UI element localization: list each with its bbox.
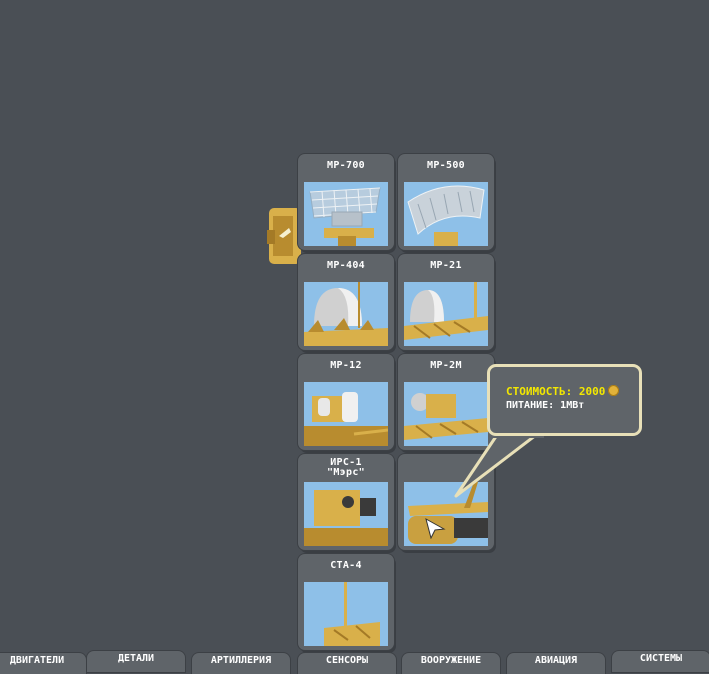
radar-dish-thumbnail	[404, 182, 488, 246]
item-title: МР-700	[327, 160, 365, 171]
item-title: МР-500	[427, 160, 465, 171]
power-label: ПИТАНИЕ: 1МВт	[506, 400, 585, 411]
item-card-mp500[interactable]: МР-500	[398, 154, 494, 250]
partial-item-thumbnail	[267, 208, 301, 264]
cost-label: СТОИМОСТЬ: 2000	[506, 385, 606, 398]
radar-antenna-thumbnail	[304, 182, 388, 246]
item-title: МР-21	[430, 260, 462, 271]
item-title: СТА-4	[330, 560, 362, 571]
item-tooltip: СТОИМОСТЬ: 2000 ПИТАНИЕ: 1МВт	[487, 364, 642, 436]
tooltip-pointer	[454, 430, 544, 498]
item-card-cta4[interactable]: СТА-4	[298, 554, 394, 650]
radome-thumbnail	[304, 282, 388, 346]
mouse-cursor-icon	[425, 517, 446, 539]
item-title: МР-2М	[430, 360, 462, 371]
item-card-mp404[interactable]: МР-404	[298, 254, 394, 350]
cost-row: СТОИМОСТЬ: 2000	[506, 385, 620, 398]
tab-engines[interactable]: ДВИГАТЕЛИ	[0, 653, 86, 674]
item-card-irs1[interactable]: ИРС-1 "Мэрс"	[298, 454, 394, 550]
item-title: МР-12	[330, 360, 362, 371]
targeting-system-thumbnail	[304, 482, 388, 546]
item-card-mp700[interactable]: МР-700	[298, 154, 394, 250]
tab-sensors[interactable]: СЕНСОРЫ	[298, 653, 396, 674]
tab-aviation[interactable]: АВИАЦИЯ	[507, 653, 605, 674]
sensor-turret-thumbnail	[304, 382, 388, 446]
tab-systems[interactable]: СИСТЕМЫ	[612, 651, 709, 672]
coin-icon	[608, 385, 620, 396]
radome-mast-thumbnail	[404, 282, 488, 346]
item-card-mp12[interactable]: МР-12	[298, 354, 394, 450]
tab-parts[interactable]: ДЕТАЛИ	[87, 651, 185, 672]
antenna-mast-thumbnail	[304, 582, 388, 646]
item-title: МР-404	[327, 260, 365, 271]
item-card-mp21[interactable]: МР-21	[398, 254, 494, 350]
item-title: ИРС-1 "Мэрс"	[327, 457, 365, 478]
tab-weapons[interactable]: ВООРУЖЕНИЕ	[402, 653, 500, 674]
tab-artillery[interactable]: АРТИЛЛЕРИЯ	[192, 653, 290, 674]
